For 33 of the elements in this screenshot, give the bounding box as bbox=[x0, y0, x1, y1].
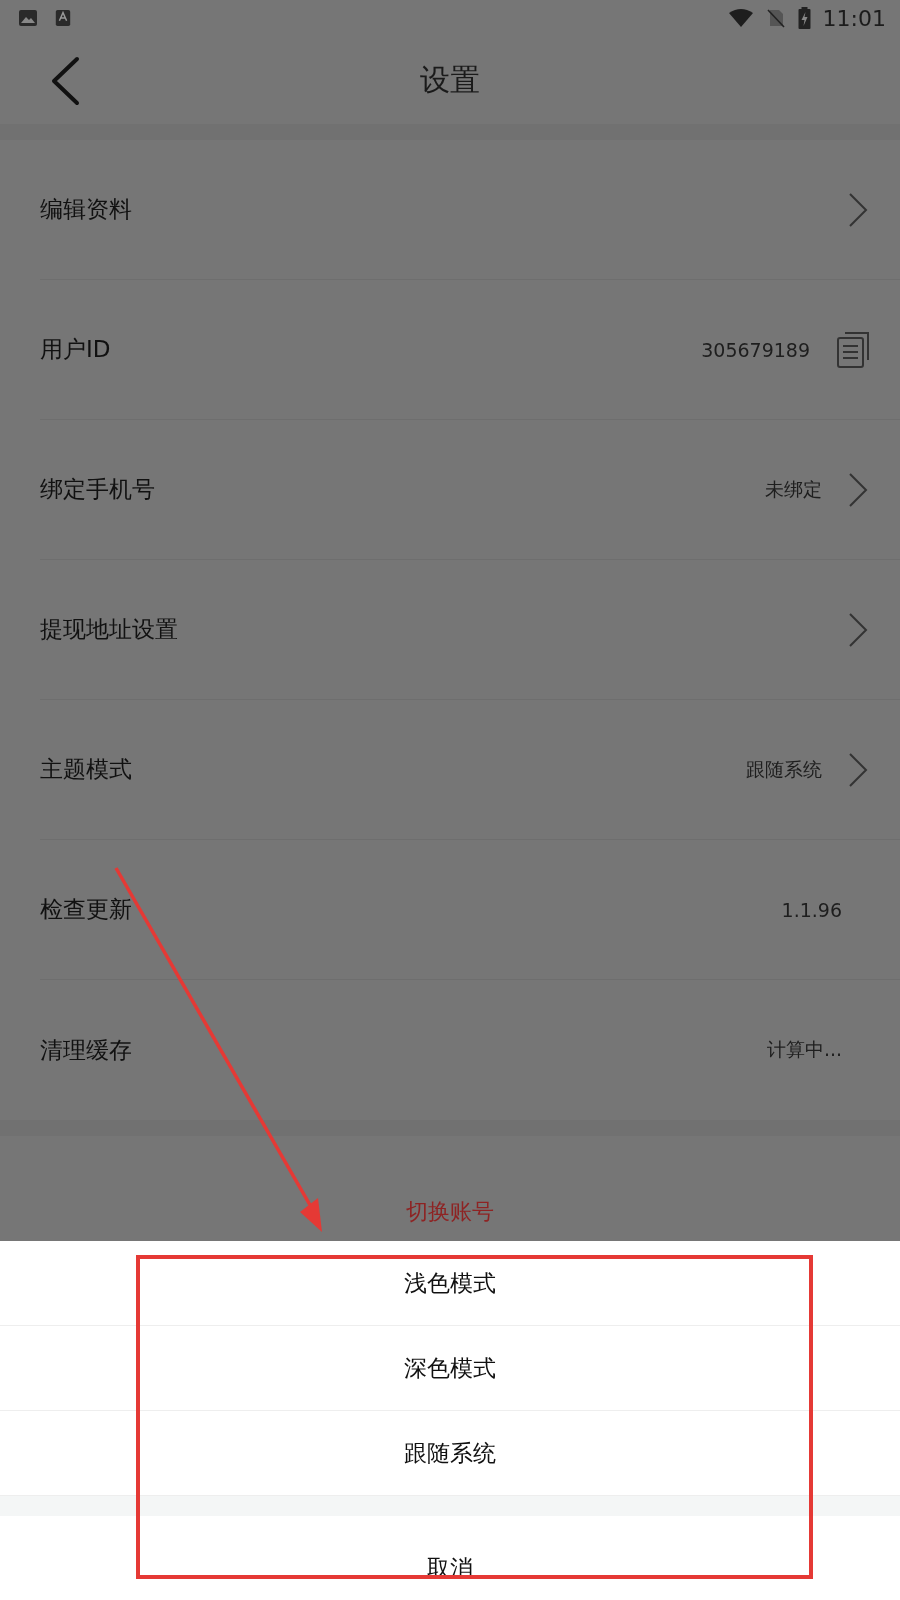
page-title: 设置 bbox=[420, 60, 480, 99]
copy-icon[interactable] bbox=[836, 331, 870, 368]
image-icon bbox=[18, 8, 38, 28]
chevron-icon bbox=[848, 751, 868, 788]
font-icon bbox=[54, 8, 72, 28]
row-label: 清理缓存 bbox=[40, 1035, 132, 1065]
row-label: 编辑资料 bbox=[40, 195, 132, 224]
row-value: 计算中... bbox=[766, 1037, 842, 1062]
settings-row[interactable]: 编辑资料 bbox=[40, 140, 900, 280]
row-label: 检查更新 bbox=[40, 895, 132, 924]
chevron-icon bbox=[848, 191, 868, 228]
chevron-icon bbox=[848, 471, 868, 508]
row-label: 绑定手机号 bbox=[40, 475, 155, 504]
back-icon[interactable] bbox=[50, 56, 80, 106]
settings-row[interactable]: 用户ID 305679189 bbox=[40, 280, 900, 420]
row-label: 提现地址设置 bbox=[40, 615, 178, 644]
chevron-icon bbox=[848, 611, 868, 648]
row-value: 跟随系统 bbox=[746, 756, 822, 782]
settings-row[interactable]: 主题模式 跟随系统 bbox=[40, 700, 900, 840]
row-value: 305679189 bbox=[701, 338, 810, 361]
no-sim-icon bbox=[765, 8, 786, 28]
row-label: 主题模式 bbox=[40, 755, 132, 784]
row-label: 用户ID bbox=[40, 335, 111, 364]
settings-row[interactable]: 清理缓存 计算中... bbox=[40, 980, 900, 1120]
settings-row[interactable]: 检查更新 1.1.96 bbox=[40, 840, 900, 980]
status-time: 11:01 bbox=[822, 5, 886, 31]
settings-row[interactable]: 提现地址设置 bbox=[40, 560, 900, 700]
wifi-icon bbox=[727, 8, 754, 28]
battery-icon bbox=[797, 7, 811, 29]
theme-option[interactable]: 浅色模式 bbox=[0, 1241, 900, 1326]
settings-row[interactable]: 绑定手机号 未绑定 bbox=[40, 420, 900, 560]
row-value: 未绑定 bbox=[765, 476, 822, 502]
row-value: 1.1.96 bbox=[781, 898, 842, 921]
